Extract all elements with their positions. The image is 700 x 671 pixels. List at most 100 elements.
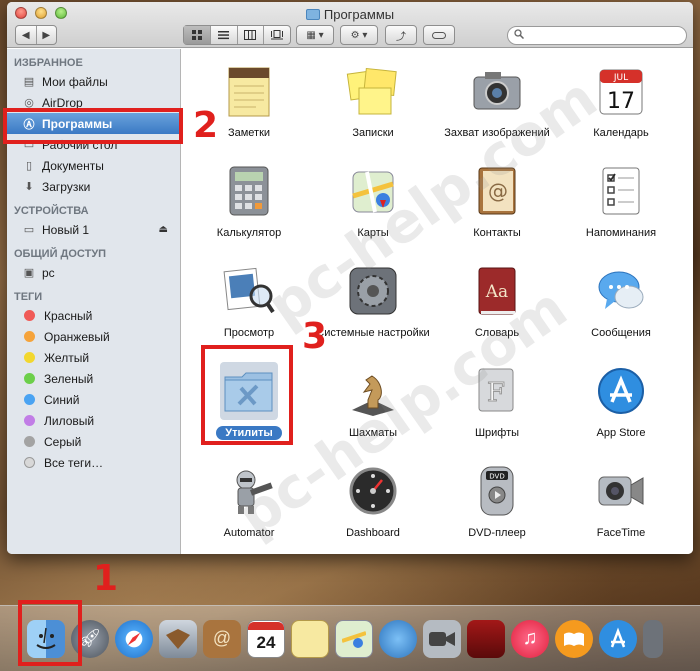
tag-label: Все теги… [44,455,104,470]
app-stickies[interactable]: Записки [311,62,435,162]
sidebar-tag-all[interactable]: Все теги… [7,452,180,473]
sidebar-tag-blue[interactable]: Синий [7,389,180,410]
contacts-icon: @ [468,162,526,220]
chess-icon [344,362,402,420]
maps-icon [344,162,402,220]
app-dvd-player[interactable]: DVD DVD-плеер [435,462,559,554]
sidebar-tag-gray[interactable]: Серый [7,431,180,452]
sidebar-item-pc[interactable]: ▣ pc [7,262,180,283]
app-label: Сообщения [591,327,651,339]
sidebar-item-applications[interactable]: Ⓐ Программы [7,113,180,134]
ibooks-icon[interactable] [555,619,593,658]
arrange-button[interactable]: ▦ ▾ [296,25,334,45]
sidebar-tag-purple[interactable]: Лиловый [7,410,180,431]
calendar-icon: JUL 17 [592,62,650,120]
calendar-day: 24 [256,632,276,652]
sidebar-tag-red[interactable]: Красный [7,305,180,326]
finder-icon[interactable] [27,619,65,658]
tag-all-dot [24,457,35,468]
app-maps[interactable]: Карты [311,162,435,262]
mail-icon[interactable] [159,619,197,658]
sidebar-section-shared: ОБЩИЙ ДОСТУП [14,247,107,260]
utilities-folder-icon [220,362,278,420]
sidebar-item-airdrop[interactable]: ◎ AirDrop [7,92,180,113]
app-contacts[interactable]: @ Контакты [435,162,559,262]
column-view-button[interactable] [238,26,265,44]
app-label: Календарь [593,127,649,139]
maps-icon[interactable] [335,619,373,658]
app-calendar[interactable]: JUL 17 Календарь [559,62,683,162]
disk-icon: ▭ [23,224,35,236]
search-field[interactable] [507,26,687,45]
app-utilities[interactable]: Утилиты [187,362,311,462]
sidebar-tag-green[interactable]: Зеленый [7,368,180,389]
desktop-icon: ▭ [23,139,35,151]
system-preferences-icon[interactable] [643,619,663,658]
app-automator[interactable]: Automator [187,462,311,554]
sidebar-item-desktop[interactable]: ▭ Рабочий стол [7,134,180,155]
sidebar-section-devices: УСТРОЙСТВА [14,204,89,217]
tag-color-dot [24,352,35,363]
itunes-icon[interactable]: ♫ [511,619,549,658]
eject-icon[interactable]: ⏏ [159,224,168,235]
column-view-icon [244,30,257,40]
icon-view-button[interactable] [184,26,211,44]
share-button[interactable]: ⤴ [385,25,417,45]
coverflow-view-button[interactable] [264,26,290,44]
tag-color-dot [24,331,35,342]
app-preview[interactable]: Просмотр [187,262,311,362]
sidebar-item-disk[interactable]: ▭ Новый 1 ⏏ [7,219,180,240]
notes-icon[interactable] [291,619,329,658]
tag-label: Лиловый [44,413,95,428]
tag-label: Желтый [44,350,90,365]
sidebar-item-label: Документы [42,158,104,173]
action-button[interactable]: ⚙ ▾ [340,25,378,45]
app-store-icon[interactable] [599,619,637,658]
app-app-store[interactable]: App Store [559,362,683,462]
sidebar-item-all-files[interactable]: ▤ Мои файлы [7,71,180,92]
facetime-icon[interactable] [423,619,461,658]
safari-icon[interactable] [115,619,153,658]
app-label: Контакты [473,227,521,239]
app-messages[interactable]: Сообщения [559,262,683,362]
app-font-book[interactable]: F Шрифты [435,362,559,462]
messages-icon[interactable] [379,619,417,658]
tags-button[interactable] [423,25,455,45]
app-calculator[interactable]: Калькулятор [187,162,311,262]
calendar-icon[interactable]: 24 [247,619,285,658]
contacts-icon[interactable]: @ [203,619,241,658]
tag-color-dot [24,373,35,384]
title-bar: Программы ◀ ▶ ▦ ▾ ⚙ ▾ ⤴ [7,2,693,48]
sidebar-item-label: Новый 1 [42,222,90,237]
sidebar-item-documents[interactable]: ▯ Документы [7,155,180,176]
app-dictionary[interactable]: Aa Словарь [435,262,559,362]
list-view-icon [218,31,230,40]
app-facetime[interactable]: FaceTime [559,462,683,554]
app-chess[interactable]: Шахматы [311,362,435,462]
app-label: DVD-плеер [468,527,526,539]
tag-color-dot [24,436,35,447]
window-title: Программы [7,7,693,22]
list-view-button[interactable] [211,26,238,44]
app-label: Утилиты [216,426,282,440]
app-system-preferences[interactable]: Системные настройки [311,262,435,362]
app-notes[interactable]: Заметки [187,62,311,162]
notes-icon [220,62,278,120]
svg-text:F: F [487,378,505,408]
sidebar-tag-yellow[interactable]: Желтый [7,347,180,368]
search-input[interactable] [528,29,678,42]
photo-booth-icon[interactable] [467,619,505,658]
back-button[interactable]: ◀ [16,26,37,44]
svg-text:DVD: DVD [489,473,504,481]
sidebar-item-downloads[interactable]: ⬇ Загрузки [7,176,180,197]
app-image-capture[interactable]: Захват изображений [435,62,559,162]
forward-button[interactable]: ▶ [37,26,57,44]
app-dashboard[interactable]: Dashboard [311,462,435,554]
launchpad-icon[interactable]: 🚀︎ [71,619,109,658]
sidebar-tag-orange[interactable]: Оранжевый [7,326,180,347]
search-icon [514,29,525,42]
sidebar-item-label: Программы [42,116,113,131]
folder-icon [305,9,320,20]
app-reminders[interactable]: Напоминания [559,162,683,262]
window-title-text: Программы [323,7,395,22]
